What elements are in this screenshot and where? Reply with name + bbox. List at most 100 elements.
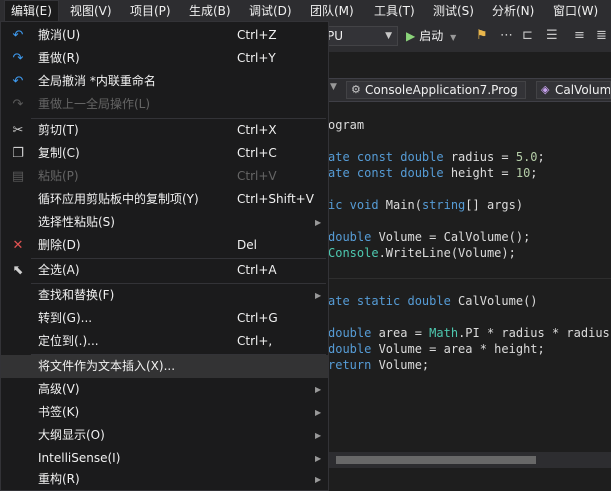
- comment-icon[interactable]: ☰: [546, 28, 558, 43]
- menu-item-label: 复制(C): [38, 146, 80, 160]
- start-button[interactable]: ▶ 启动 ▼: [406, 26, 456, 46]
- submenu-arrow-icon: ▶: [315, 218, 322, 227]
- menu-debug[interactable]: 调试(D): [243, 0, 298, 22]
- indent-icon[interactable]: ≡: [574, 28, 585, 43]
- submenu-arrow-icon: ▶: [315, 291, 322, 300]
- menu-item-label: 书签(K): [38, 405, 80, 419]
- menu-item-label: 重做(R): [38, 51, 80, 65]
- menu-item-label: 重构(R): [38, 472, 80, 486]
- format-icon[interactable]: ≣: [596, 28, 607, 43]
- code-line: double Volume = area * height;: [328, 342, 545, 356]
- menu-test[interactable]: 测试(S): [427, 0, 480, 22]
- menu-item-navigate-to[interactable]: 定位到(.)... Ctrl+,: [1, 330, 328, 353]
- menu-item-cut[interactable]: ✂ 剪切(T) Ctrl+X: [1, 119, 328, 142]
- shortcut-label: Ctrl+,: [237, 334, 273, 348]
- step-icon[interactable]: ⋯: [500, 28, 513, 43]
- platform-combo-value: PU: [327, 29, 344, 43]
- menu-item-label: 剪切(T): [38, 123, 79, 137]
- code-separator: [328, 278, 611, 279]
- menu-item-label: 重做上一全局操作(L): [38, 97, 151, 111]
- menu-item-label: 选择性粘贴(S): [38, 215, 115, 229]
- menu-item-label: 粘贴(P): [38, 169, 79, 183]
- menu-item-find-replace[interactable]: 查找和替换(F) ▶: [1, 284, 328, 307]
- menu-item-label: 将文件作为文本插入(X)...: [38, 359, 176, 373]
- platform-combo[interactable]: PU ▼: [318, 26, 398, 46]
- edit-menu-dropdown: ↶ 撤消(U) Ctrl+Z ↷ 重做(R) Ctrl+Y ↶ 全局撤消 *内联…: [0, 21, 329, 491]
- menu-window[interactable]: 窗口(W): [547, 0, 604, 22]
- submenu-arrow-icon: ▶: [315, 475, 322, 484]
- play-icon: ▶: [406, 29, 416, 43]
- menu-item-label: 大纲显示(O): [38, 428, 105, 442]
- type-combo[interactable]: ⚙ ConsoleApplication7.Prog: [346, 81, 526, 99]
- menu-item-advanced[interactable]: 高级(V) ▶: [1, 378, 328, 401]
- start-button-label: 启动: [419, 29, 444, 43]
- menu-item-label: 撤消(U): [38, 28, 81, 42]
- menu-item-label: 删除(D): [38, 238, 81, 252]
- copy-icon: ❐: [12, 146, 24, 161]
- code-line: ate const double height = 10;: [328, 166, 538, 180]
- menu-build[interactable]: 生成(B): [183, 0, 237, 22]
- menu-item-paste-special[interactable]: 选择性粘贴(S) ▶: [1, 211, 328, 234]
- menu-item-outlining[interactable]: 大纲显示(O) ▶: [1, 424, 328, 447]
- code-line: ic void Main(string[] args): [328, 198, 524, 212]
- code-line: double Volume = CalVolume();: [328, 230, 531, 244]
- member-combo[interactable]: ◈ CalVolum: [536, 81, 611, 99]
- code-line: ate const double radius = 5.0;: [328, 150, 545, 164]
- shortcut-label: Ctrl+G: [237, 311, 278, 325]
- type-combo-value: ConsoleApplication7.Prog: [365, 83, 518, 97]
- menu-item-label: 循环应用剪贴板中的复制项(Y): [38, 192, 199, 206]
- menu-view[interactable]: 视图(V): [64, 0, 118, 22]
- menu-item-global-undo[interactable]: ↶ 全局撤消 *内联重命名: [1, 70, 328, 93]
- class-icon: ⚙: [351, 83, 361, 96]
- menu-analyze[interactable]: 分析(N): [486, 0, 540, 22]
- scrollbar-thumb[interactable]: [336, 456, 536, 464]
- menu-item-intellisense[interactable]: IntelliSense(I) ▶: [1, 447, 328, 470]
- menu-item-global-redo: ↷ 重做上一全局操作(L): [1, 93, 328, 116]
- submenu-arrow-icon: ▶: [315, 431, 322, 440]
- menu-item-label: 全选(A): [38, 263, 80, 277]
- chevron-down-icon: ▼: [330, 82, 337, 92]
- menu-edit[interactable]: 编辑(E): [4, 0, 59, 22]
- method-icon: ◈: [541, 83, 550, 96]
- attach-icon[interactable]: ⚑: [476, 28, 488, 43]
- menu-item-undo[interactable]: ↶ 撤消(U) Ctrl+Z: [1, 24, 328, 47]
- shortcut-label: Ctrl+V: [237, 169, 277, 183]
- scissors-icon: ✂: [12, 123, 24, 138]
- shortcut-label: Ctrl+A: [237, 263, 277, 277]
- submenu-arrow-icon: ▶: [315, 408, 322, 417]
- code-line: double area = Math.PI * radius * radius;: [328, 326, 611, 340]
- menu-item-paste: ▤ 粘贴(P) Ctrl+V: [1, 165, 328, 188]
- menu-bar: 编辑(E) 视图(V) 项目(P) 生成(B) 调试(D) 团队(M) 工具(T…: [0, 0, 611, 22]
- menu-item-insert-file-as-text[interactable]: 将文件作为文本插入(X)...: [1, 355, 328, 378]
- code-line: return Volume;: [328, 358, 430, 372]
- menu-tools[interactable]: 工具(T): [368, 0, 421, 22]
- submenu-arrow-icon: ▶: [315, 454, 322, 463]
- menu-item-bookmarks[interactable]: 书签(K) ▶: [1, 401, 328, 424]
- menu-item-cycle-clipboard[interactable]: 循环应用剪贴板中的复制项(Y) Ctrl+Shift+V: [1, 188, 328, 211]
- code-line: Console.WriteLine(Volume);: [328, 246, 516, 260]
- select-all-cursor-icon: ⬉: [12, 263, 24, 278]
- menu-item-label: 高级(V): [38, 382, 80, 396]
- redo-icon: ↷: [12, 51, 24, 66]
- code-line: ogram: [328, 118, 365, 132]
- menu-team[interactable]: 团队(M): [304, 0, 360, 22]
- undo-icon: ↶: [12, 28, 24, 43]
- global-undo-icon: ↶: [12, 74, 24, 89]
- menu-item-label: 查找和替换(F): [38, 288, 115, 302]
- code-line: ate static double CalVolume(): [328, 294, 538, 308]
- chevron-down-icon: ▼: [385, 31, 392, 41]
- chevron-down-icon: ▼: [450, 33, 457, 42]
- menu-project[interactable]: 项目(P): [124, 0, 177, 22]
- member-combo-value: CalVolum: [555, 83, 611, 97]
- shortcut-label: Ctrl+X: [237, 123, 277, 137]
- menu-item-redo[interactable]: ↷ 重做(R) Ctrl+Y: [1, 47, 328, 70]
- menu-item-delete[interactable]: ✕ 删除(D) Del: [1, 234, 328, 257]
- menu-item-refactor[interactable]: 重构(R) ▶: [1, 468, 328, 491]
- menu-item-copy[interactable]: ❐ 复制(C) Ctrl+C: [1, 142, 328, 165]
- menu-item-goto[interactable]: 转到(G)... Ctrl+G: [1, 307, 328, 330]
- shortcut-label: Ctrl+Z: [237, 28, 277, 42]
- bookmark-icon[interactable]: ⊏: [522, 28, 533, 43]
- horizontal-scrollbar[interactable]: [328, 452, 611, 468]
- delete-x-icon: ✕: [12, 238, 24, 253]
- menu-item-select-all[interactable]: ⬉ 全选(A) Ctrl+A: [1, 259, 328, 282]
